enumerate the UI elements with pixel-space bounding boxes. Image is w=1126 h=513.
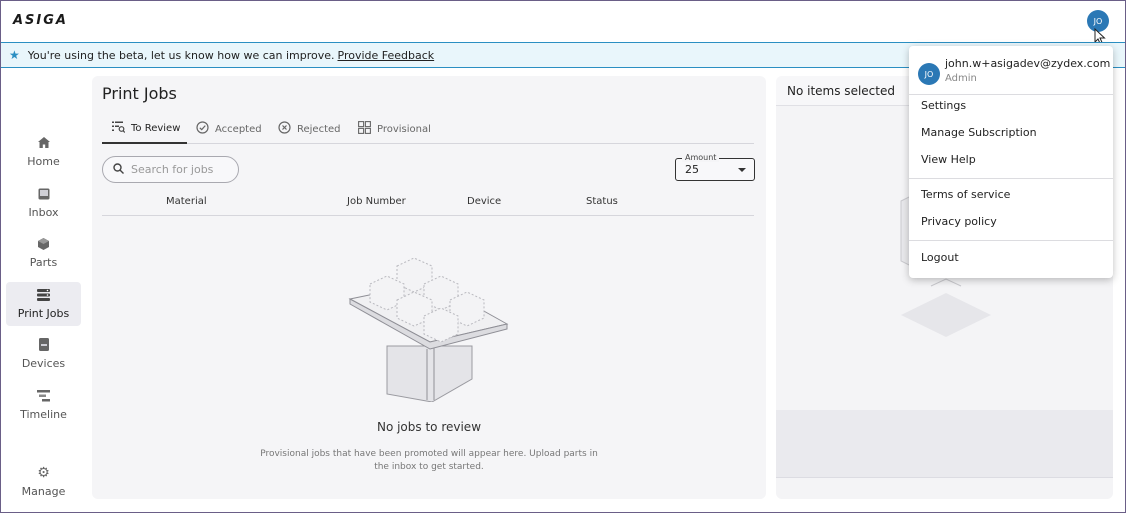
- tab-label: Rejected: [297, 123, 341, 135]
- provide-feedback-link[interactable]: Provide Feedback: [338, 49, 435, 62]
- sidebar-item-timeline[interactable]: Timeline: [6, 383, 81, 427]
- amount-label: Amount: [682, 153, 720, 162]
- column-header-material[interactable]: Material: [166, 196, 207, 207]
- x-circle-icon: [278, 121, 291, 137]
- sidebar-item-home[interactable]: Home: [6, 130, 81, 174]
- review-list-icon: [112, 121, 126, 136]
- sidebar-item-label: Print Jobs: [17, 306, 70, 320]
- sidebar-item-inbox[interactable]: Inbox: [6, 181, 81, 225]
- search-placeholder: Search for jobs: [131, 163, 214, 176]
- menu-item-view-help[interactable]: View Help: [921, 153, 976, 166]
- menu-divider: [909, 240, 1113, 241]
- tab-provisional[interactable]: Provisional: [358, 114, 431, 144]
- top-bar: ASIGA: [1, 1, 1125, 42]
- empty-state-title: No jobs to review: [376, 420, 482, 434]
- grid-icon: [358, 121, 371, 137]
- cube-icon: [37, 237, 51, 250]
- sidebar-item-print-jobs[interactable]: Print Jobs: [6, 282, 81, 326]
- home-icon: [37, 137, 51, 149]
- user-menu: JO john.w+asigadev@zydex.com Admin Setti…: [909, 46, 1113, 278]
- user-role: Admin: [945, 73, 977, 84]
- sidebar-item-parts[interactable]: Parts: [6, 231, 81, 275]
- search-icon: [113, 162, 124, 177]
- tab-rejected[interactable]: Rejected: [278, 114, 341, 144]
- print-jobs-panel: Print Jobs To Review Accepted Rejected P…: [92, 76, 766, 499]
- star-icon: ★: [9, 48, 20, 62]
- empty-state-description: Provisional jobs that have been promoted…: [260, 449, 598, 472]
- sidebar-item-label: Timeline: [20, 407, 67, 421]
- job-tabs: To Review Accepted Rejected Provisional: [102, 114, 754, 144]
- user-email: john.w+asigadev@zydex.com: [945, 57, 1111, 70]
- chevron-down-icon: [738, 168, 746, 172]
- column-header-job-number[interactable]: Job Number: [347, 196, 406, 207]
- tab-label: Accepted: [215, 123, 262, 135]
- gear-icon: ⚙: [37, 464, 50, 481]
- print-jobs-icon: [37, 288, 51, 301]
- menu-item-privacy-policy[interactable]: Privacy policy: [921, 215, 997, 228]
- column-header-device[interactable]: Device: [467, 196, 501, 207]
- page-title: Print Jobs: [102, 84, 177, 103]
- column-header-status[interactable]: Status: [586, 196, 618, 207]
- tab-accepted[interactable]: Accepted: [196, 114, 262, 144]
- tab-to-review[interactable]: To Review: [102, 114, 188, 144]
- printer-icon: [37, 338, 51, 351]
- menu-item-settings[interactable]: Settings: [921, 99, 966, 112]
- sidebar-item-label: Home: [27, 154, 60, 168]
- menu-divider: [909, 94, 1113, 95]
- sidebar-item-devices[interactable]: Devices: [6, 332, 81, 376]
- sidebar-item-label: Parts: [29, 255, 58, 269]
- tab-label: To Review: [131, 122, 181, 134]
- search-input[interactable]: Search for jobs: [102, 156, 239, 183]
- detail-panel-footer: [776, 410, 1113, 478]
- user-menu-avatar: JO: [918, 63, 940, 85]
- sidebar-item-manage[interactable]: ⚙ Manage: [6, 460, 81, 504]
- sidebar-item-label: Devices: [21, 356, 66, 370]
- empty-state-illustration: [348, 257, 509, 402]
- sidebar-item-label: Manage: [21, 484, 66, 498]
- timeline-icon: [37, 389, 51, 402]
- inbox-icon: [37, 188, 51, 200]
- table-header: Material Job Number Device Status: [102, 192, 754, 216]
- menu-divider: [909, 178, 1113, 179]
- tab-label: Provisional: [377, 123, 431, 135]
- amount-select[interactable]: Amount 25: [675, 153, 755, 181]
- menu-item-terms-of-service[interactable]: Terms of service: [921, 188, 1010, 201]
- menu-item-manage-subscription[interactable]: Manage Subscription: [921, 126, 1037, 139]
- detail-panel-title: No items selected: [787, 84, 895, 98]
- sidebar-item-label: Inbox: [28, 205, 59, 219]
- amount-value: 25: [685, 163, 699, 176]
- beta-banner-message: You're using the beta, let us know how w…: [27, 48, 335, 62]
- menu-item-logout[interactable]: Logout: [921, 251, 959, 264]
- asiga-logo[interactable]: ASIGA: [13, 13, 68, 28]
- check-circle-icon: [196, 121, 209, 137]
